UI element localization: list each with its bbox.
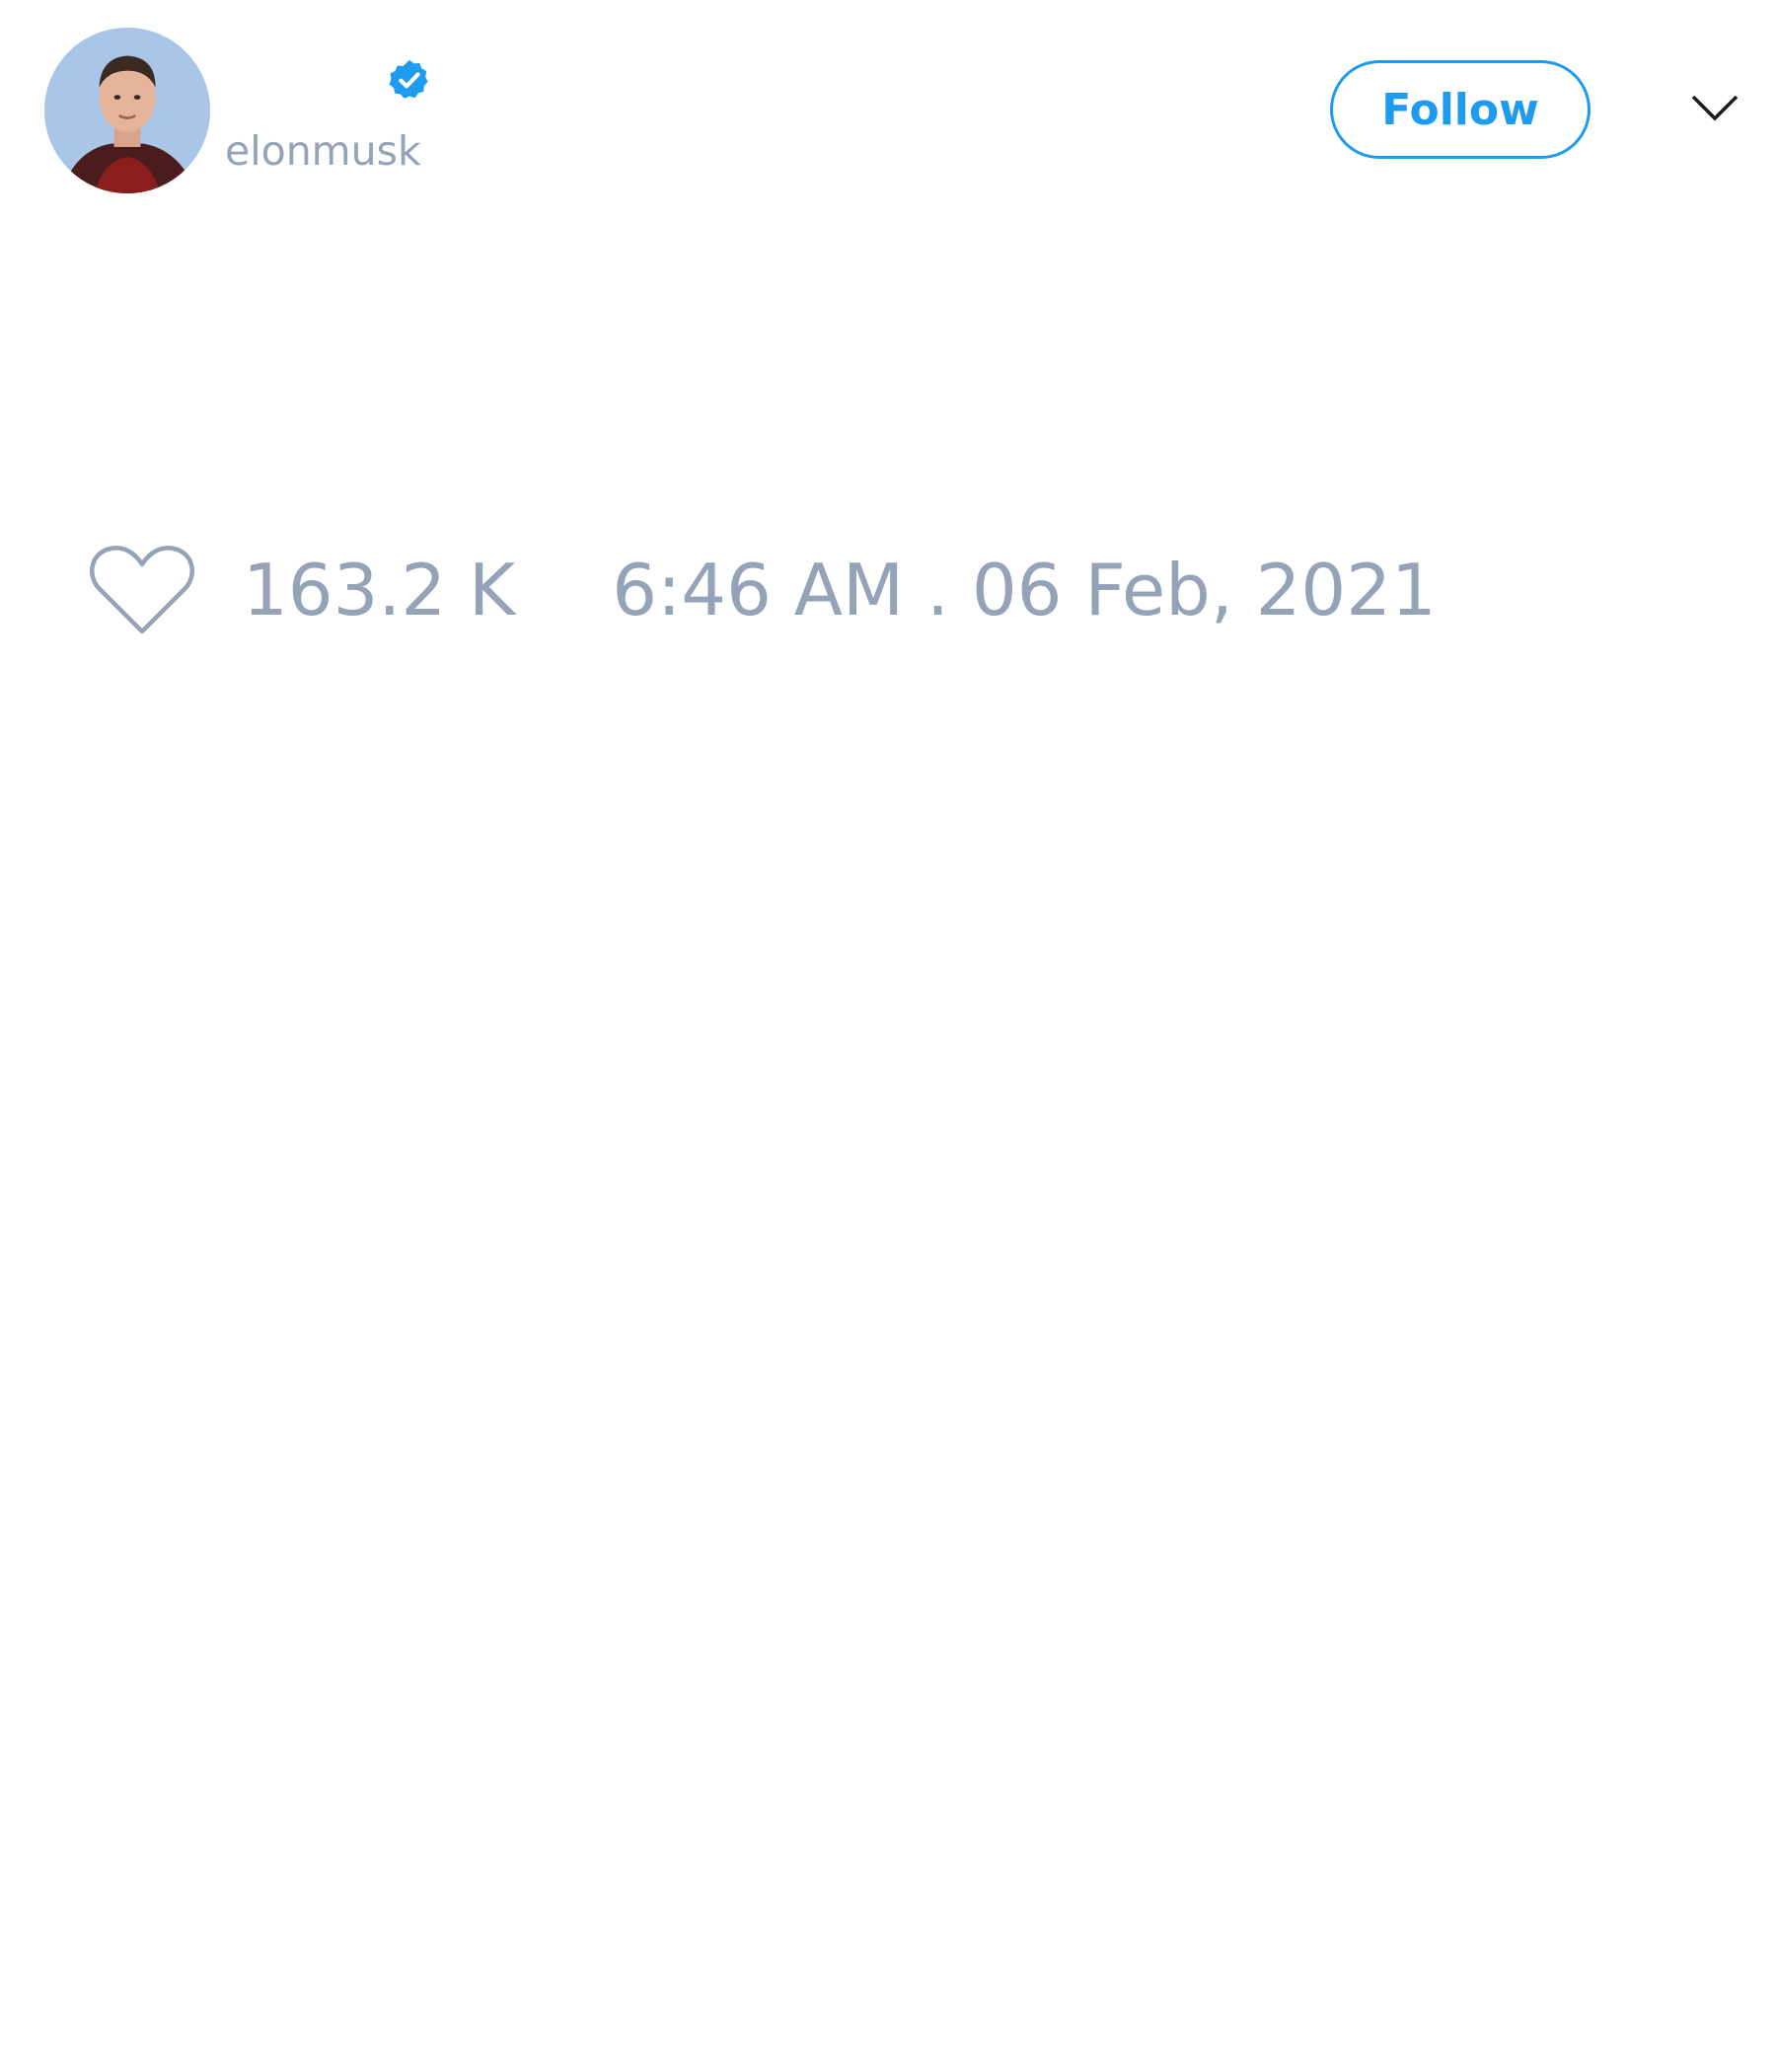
author-handle[interactable]: elonmusk bbox=[225, 126, 421, 176]
tweet-card: elonmusk Follow 163.2 K 6:46 AM . 06 Feb… bbox=[0, 0, 1776, 2072]
verified-badge-icon bbox=[387, 57, 432, 103]
avatar[interactable] bbox=[44, 28, 210, 193]
follow-button[interactable]: Follow bbox=[1330, 60, 1591, 159]
tweet-footer: 163.2 K 6:46 AM . 06 Feb, 2021 bbox=[89, 541, 1437, 639]
heart-icon[interactable] bbox=[89, 543, 195, 637]
like-count: 163.2 K bbox=[243, 549, 516, 631]
avatar-image bbox=[44, 28, 210, 193]
tweet-timestamp[interactable]: 6:46 AM . 06 Feb, 2021 bbox=[612, 549, 1437, 631]
chevron-down-icon[interactable] bbox=[1690, 91, 1739, 126]
